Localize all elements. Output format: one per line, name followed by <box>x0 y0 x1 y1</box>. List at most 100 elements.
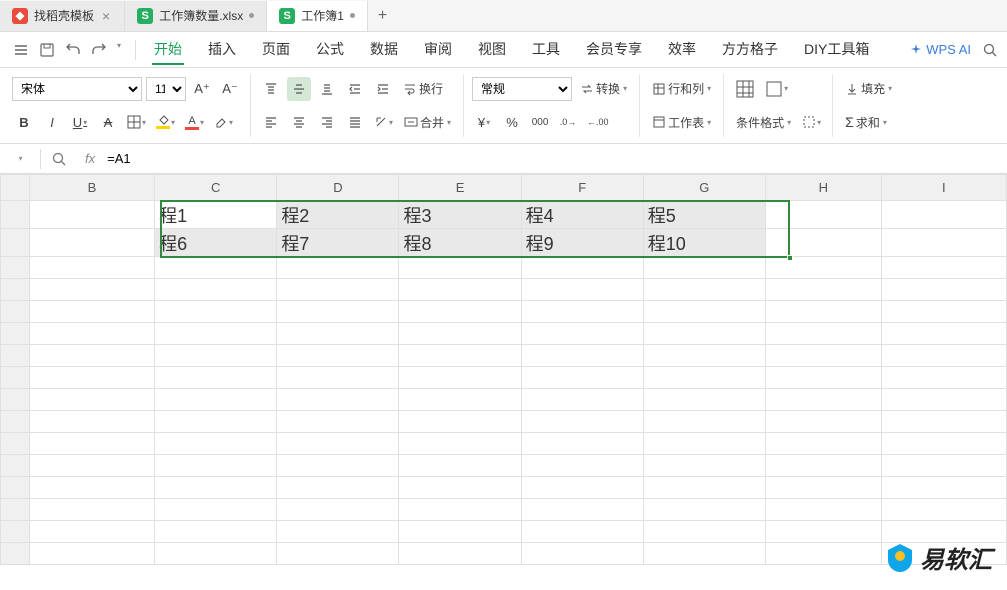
cell[interactable]: 程4 <box>521 201 643 229</box>
row-header[interactable] <box>1 301 30 323</box>
menu-home[interactable]: 开始 <box>152 35 184 65</box>
orientation-button[interactable]: ▾ <box>371 110 396 134</box>
cond-format-button[interactable]: 条件格式▾ <box>732 110 795 134</box>
comma-button[interactable]: 000 <box>528 110 552 134</box>
table-format-icon[interactable] <box>732 77 758 101</box>
chevron-down-icon[interactable]: ▾ <box>117 41 121 59</box>
row-header[interactable] <box>1 229 30 257</box>
tab-workbook1[interactable]: S 工作簿1 <box>267 1 368 31</box>
rowcol-button[interactable]: 行和列▾ <box>648 77 715 101</box>
align-right-icon[interactable] <box>315 110 339 134</box>
wps-ai-button[interactable]: WPS AI <box>909 42 971 57</box>
border-button[interactable]: ▾ <box>124 110 149 134</box>
font-size-select[interactable]: 11 <box>146 77 186 101</box>
fill-color-button[interactable]: ▾ <box>153 110 178 134</box>
cell[interactable]: 程7 <box>277 229 399 257</box>
worksheet-button[interactable]: 工作表▾ <box>648 110 715 134</box>
save-icon[interactable] <box>38 41 56 59</box>
row-header[interactable] <box>1 257 30 279</box>
italic-button[interactable]: I <box>40 110 64 134</box>
col-header[interactable]: E <box>399 175 521 201</box>
menu-page[interactable]: 页面 <box>260 35 292 65</box>
row-header[interactable] <box>1 521 30 543</box>
row-header[interactable] <box>1 499 30 521</box>
cell[interactable]: 程9 <box>521 229 643 257</box>
decrease-decimal-button[interactable]: .0→ <box>556 110 580 134</box>
convert-button[interactable]: 转换▾ <box>576 77 631 101</box>
new-tab-button[interactable]: + <box>368 7 397 25</box>
indent-increase-icon[interactable] <box>371 77 395 101</box>
bold-button[interactable]: B <box>12 110 36 134</box>
menu-member[interactable]: 会员专享 <box>584 35 644 65</box>
row-header[interactable] <box>1 345 30 367</box>
close-icon[interactable]: × <box>100 8 112 24</box>
menu-tools[interactable]: 工具 <box>530 35 562 65</box>
cell[interactable]: 程2 <box>277 201 399 229</box>
cell[interactable]: 程5 <box>643 201 765 229</box>
increase-decimal-button[interactable]: ←.00 <box>584 110 612 134</box>
menu-review[interactable]: 审阅 <box>422 35 454 65</box>
menu-view[interactable]: 视图 <box>476 35 508 65</box>
align-justify-icon[interactable] <box>343 110 367 134</box>
col-header[interactable]: D <box>277 175 399 201</box>
select-all-corner[interactable] <box>1 175 30 201</box>
row-header[interactable] <box>1 411 30 433</box>
name-box[interactable]: ▾ <box>0 154 40 163</box>
fx-label[interactable]: fx <box>77 151 103 166</box>
cell[interactable] <box>881 229 1006 257</box>
strike-button[interactable]: A <box>96 110 120 134</box>
expand-icon[interactable]: ▾ <box>799 110 824 134</box>
row-header[interactable] <box>1 433 30 455</box>
col-header[interactable]: C <box>155 175 277 201</box>
sum-button[interactable]: Σ 求和▾ <box>841 110 891 134</box>
row-header[interactable] <box>1 279 30 301</box>
tab-workbook-count[interactable]: S 工作簿数量.xlsx <box>125 1 267 31</box>
cell[interactable]: 程6 <box>155 229 277 257</box>
row-header[interactable] <box>1 389 30 411</box>
row-header[interactable] <box>1 455 30 477</box>
menu-formula[interactable]: 公式 <box>314 35 346 65</box>
tab-template[interactable]: ◆ 找稻壳模板 × <box>0 1 125 31</box>
font-color-button[interactable]: A ▾ <box>182 110 207 134</box>
increase-font-icon[interactable]: A⁺ <box>190 77 214 101</box>
underline-button[interactable]: U▾ <box>68 110 92 134</box>
align-left-icon[interactable] <box>259 110 283 134</box>
align-middle-icon[interactable] <box>287 77 311 101</box>
formula-input[interactable] <box>103 151 1007 166</box>
cell[interactable] <box>29 201 154 229</box>
cell[interactable] <box>29 229 154 257</box>
row-header[interactable] <box>1 201 30 229</box>
col-header[interactable]: I <box>881 175 1006 201</box>
row-header[interactable] <box>1 543 30 565</box>
font-name-select[interactable]: 宋体 <box>12 77 142 101</box>
row-header[interactable] <box>1 323 30 345</box>
cell-style-icon[interactable]: ▾ <box>762 77 791 101</box>
align-bottom-icon[interactable] <box>315 77 339 101</box>
col-header[interactable]: B <box>29 175 154 201</box>
cell[interactable]: 程3 <box>399 201 521 229</box>
col-header[interactable]: G <box>643 175 765 201</box>
align-top-icon[interactable] <box>259 77 283 101</box>
cell[interactable]: 程1 <box>155 201 277 229</box>
number-format-select[interactable]: 常规 <box>472 77 572 101</box>
cell[interactable] <box>765 201 881 229</box>
menu-ffgz[interactable]: 方方格子 <box>720 35 780 65</box>
merge-button[interactable]: 合并▾ <box>400 110 455 134</box>
menu-icon[interactable] <box>12 41 30 59</box>
spreadsheet-grid[interactable]: B C D E F G H I 程1 程2 程3 程4 程5 程6 程7 程8 … <box>0 174 1007 565</box>
wrap-button[interactable]: 换行 <box>399 77 447 101</box>
row-header[interactable] <box>1 367 30 389</box>
cell[interactable]: 程10 <box>643 229 765 257</box>
menu-data[interactable]: 数据 <box>368 35 400 65</box>
cell[interactable] <box>881 201 1006 229</box>
fill-button[interactable]: 填充▾ <box>841 77 896 101</box>
cell[interactable] <box>765 229 881 257</box>
zoom-icon[interactable] <box>41 151 77 167</box>
indent-decrease-icon[interactable] <box>343 77 367 101</box>
undo-icon[interactable] <box>64 41 82 59</box>
row-header[interactable] <box>1 477 30 499</box>
col-header[interactable]: F <box>521 175 643 201</box>
menu-insert[interactable]: 插入 <box>206 35 238 65</box>
menu-efficiency[interactable]: 效率 <box>666 35 698 65</box>
col-header[interactable]: H <box>765 175 881 201</box>
